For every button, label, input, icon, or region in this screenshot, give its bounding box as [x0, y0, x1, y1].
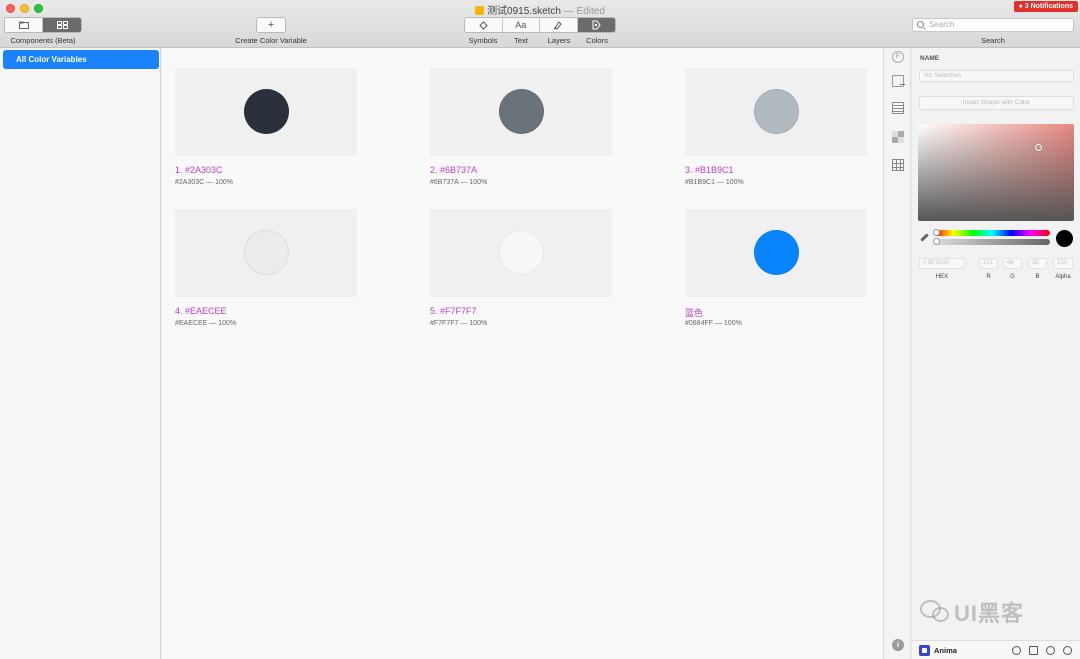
plus-icon: +: [267, 19, 275, 31]
eyedropper-icon[interactable]: [920, 233, 929, 242]
color-detail: #6B737A — 100%: [430, 179, 488, 186]
window-title: 测试0915.sketch — Edited: [0, 2, 1080, 17]
export-icon[interactable]: [892, 75, 905, 87]
color-swatch-circle: [754, 230, 799, 275]
component-category-tabs: Aa: [464, 17, 616, 33]
anima-layout-icon[interactable]: [1029, 646, 1038, 655]
color-detail: #2A303C — 100%: [175, 179, 233, 186]
color-bucket-icon: [592, 20, 601, 30]
wechat-logo-icon: [920, 598, 950, 622]
sketch-file-icon: [475, 6, 485, 15]
color-detail: #F7F7F7 — 100%: [430, 320, 488, 327]
color-swatch-card[interactable]: [430, 68, 612, 156]
watermark-text: UI黑客: [954, 601, 1025, 626]
color-name[interactable]: 蓝色: [685, 306, 703, 319]
grid-icon: [56, 21, 68, 29]
hue-slider-handle[interactable]: [933, 229, 940, 236]
search-label: Search: [981, 36, 1005, 45]
folder-icon: [18, 21, 29, 29]
alpha-slider-handle[interactable]: [933, 238, 940, 245]
g-input[interactable]: 48: [1003, 258, 1022, 269]
anima-preview-icon[interactable]: [1012, 646, 1021, 655]
hex-input[interactable]: # BF3035: [919, 258, 965, 269]
r-input[interactable]: 191: [979, 258, 998, 269]
anima-settings-icon[interactable]: [1046, 646, 1055, 655]
components-view-toggle: [4, 17, 82, 33]
properties-icon[interactable]: [892, 102, 904, 114]
color-swatch-circle: [499, 89, 544, 134]
inspector-icon-strip: F i: [883, 48, 911, 659]
anima-logo-icon: [919, 645, 930, 656]
color-picker-handle[interactable]: [1035, 144, 1042, 151]
color-swatch-circle: [754, 89, 799, 134]
tab-symbols-label: Symbols: [468, 36, 498, 45]
color-name[interactable]: 1. #2A303C: [175, 165, 223, 175]
anima-link-icon[interactable]: [1063, 646, 1072, 655]
folder-view-button[interactable]: [5, 18, 44, 32]
sidebar: All Color Variables: [0, 48, 161, 659]
name-field[interactable]: No Selection: [919, 70, 1074, 82]
color-swatch-circle: [244, 230, 289, 275]
hue-slider[interactable]: [933, 229, 1050, 236]
color-detail: #0884FF — 100%: [685, 320, 742, 327]
insert-shape-button[interactable]: Insert Shape with Color: [919, 96, 1074, 110]
title-bar: 测试0915.sketch — Edited ● 3 Notifications…: [0, 0, 1080, 48]
grid-view-button[interactable]: [43, 18, 81, 32]
diamond-icon: [479, 20, 488, 30]
tab-symbols[interactable]: [465, 18, 503, 32]
color-name[interactable]: 5. #F7F7F7: [430, 306, 477, 316]
pen-icon: [554, 21, 562, 30]
style-icon[interactable]: F: [892, 51, 904, 63]
components-icon[interactable]: [892, 131, 904, 143]
color-swatch-circle: [244, 89, 289, 134]
anima-label: Anima: [934, 646, 957, 655]
tab-colors[interactable]: [577, 18, 615, 32]
create-color-variable-label: Create Color Variable: [235, 36, 307, 45]
alpha-label: Alpha: [1055, 274, 1071, 280]
color-swatch-circle: [499, 230, 544, 275]
color-detail: #EAECEE — 100%: [175, 320, 237, 327]
color-picker-area[interactable]: [918, 124, 1074, 221]
color-swatch-card[interactable]: [175, 209, 357, 297]
table-grid-icon[interactable]: [892, 159, 904, 171]
b-input[interactable]: 35: [1028, 258, 1047, 269]
document-name: 测试0915.sketch: [487, 6, 561, 17]
color-name[interactable]: 3. #B1B9C1: [685, 165, 734, 175]
color-name[interactable]: 2. #6B737A: [430, 165, 477, 175]
tab-text-label: Text: [514, 36, 528, 45]
color-swatch-card[interactable]: [430, 209, 612, 297]
color-detail: #B1B9C1 — 100%: [685, 179, 744, 186]
tab-layers[interactable]: [540, 18, 578, 32]
components-label: Components (Beta): [10, 36, 76, 45]
sidebar-item-all-color-variables[interactable]: All Color Variables: [3, 50, 159, 69]
color-inspector: NAME No Selection Insert Shape with Colo…: [912, 48, 1080, 659]
g-label: G: [1010, 274, 1015, 280]
edited-status: — Edited: [563, 6, 605, 17]
info-icon[interactable]: i: [892, 639, 904, 651]
color-preview-swatch: [1056, 230, 1073, 247]
search-placeholder: Search: [929, 20, 955, 29]
search-input[interactable]: Search: [912, 18, 1074, 32]
r-label: R: [986, 274, 991, 280]
name-label: NAME: [920, 55, 940, 62]
tab-layers-label: Layers: [547, 36, 571, 45]
color-name[interactable]: 4. #EAECEE: [175, 306, 227, 316]
color-swatch-card[interactable]: [175, 68, 357, 156]
color-swatch-card[interactable]: [685, 68, 867, 156]
hex-value: BF3035: [928, 260, 950, 266]
search-icon: [917, 21, 924, 28]
alpha-slider[interactable]: [933, 238, 1050, 245]
notifications-badge[interactable]: ● 3 Notifications: [1013, 1, 1078, 12]
b-label: B: [1035, 274, 1040, 280]
anima-plugin-bar: Anima: [912, 640, 1080, 659]
color-variables-grid: 1. #2A303C #2A303C — 100% 2. #6B737A #6B…: [162, 48, 883, 659]
alpha-input[interactable]: 100: [1053, 258, 1073, 269]
tab-text[interactable]: Aa: [503, 18, 540, 32]
tab-colors-label: Colors: [586, 36, 608, 45]
color-swatch-card[interactable]: [685, 209, 867, 297]
hex-label: HEX: [935, 274, 949, 280]
create-color-variable-button[interactable]: +: [256, 17, 286, 33]
